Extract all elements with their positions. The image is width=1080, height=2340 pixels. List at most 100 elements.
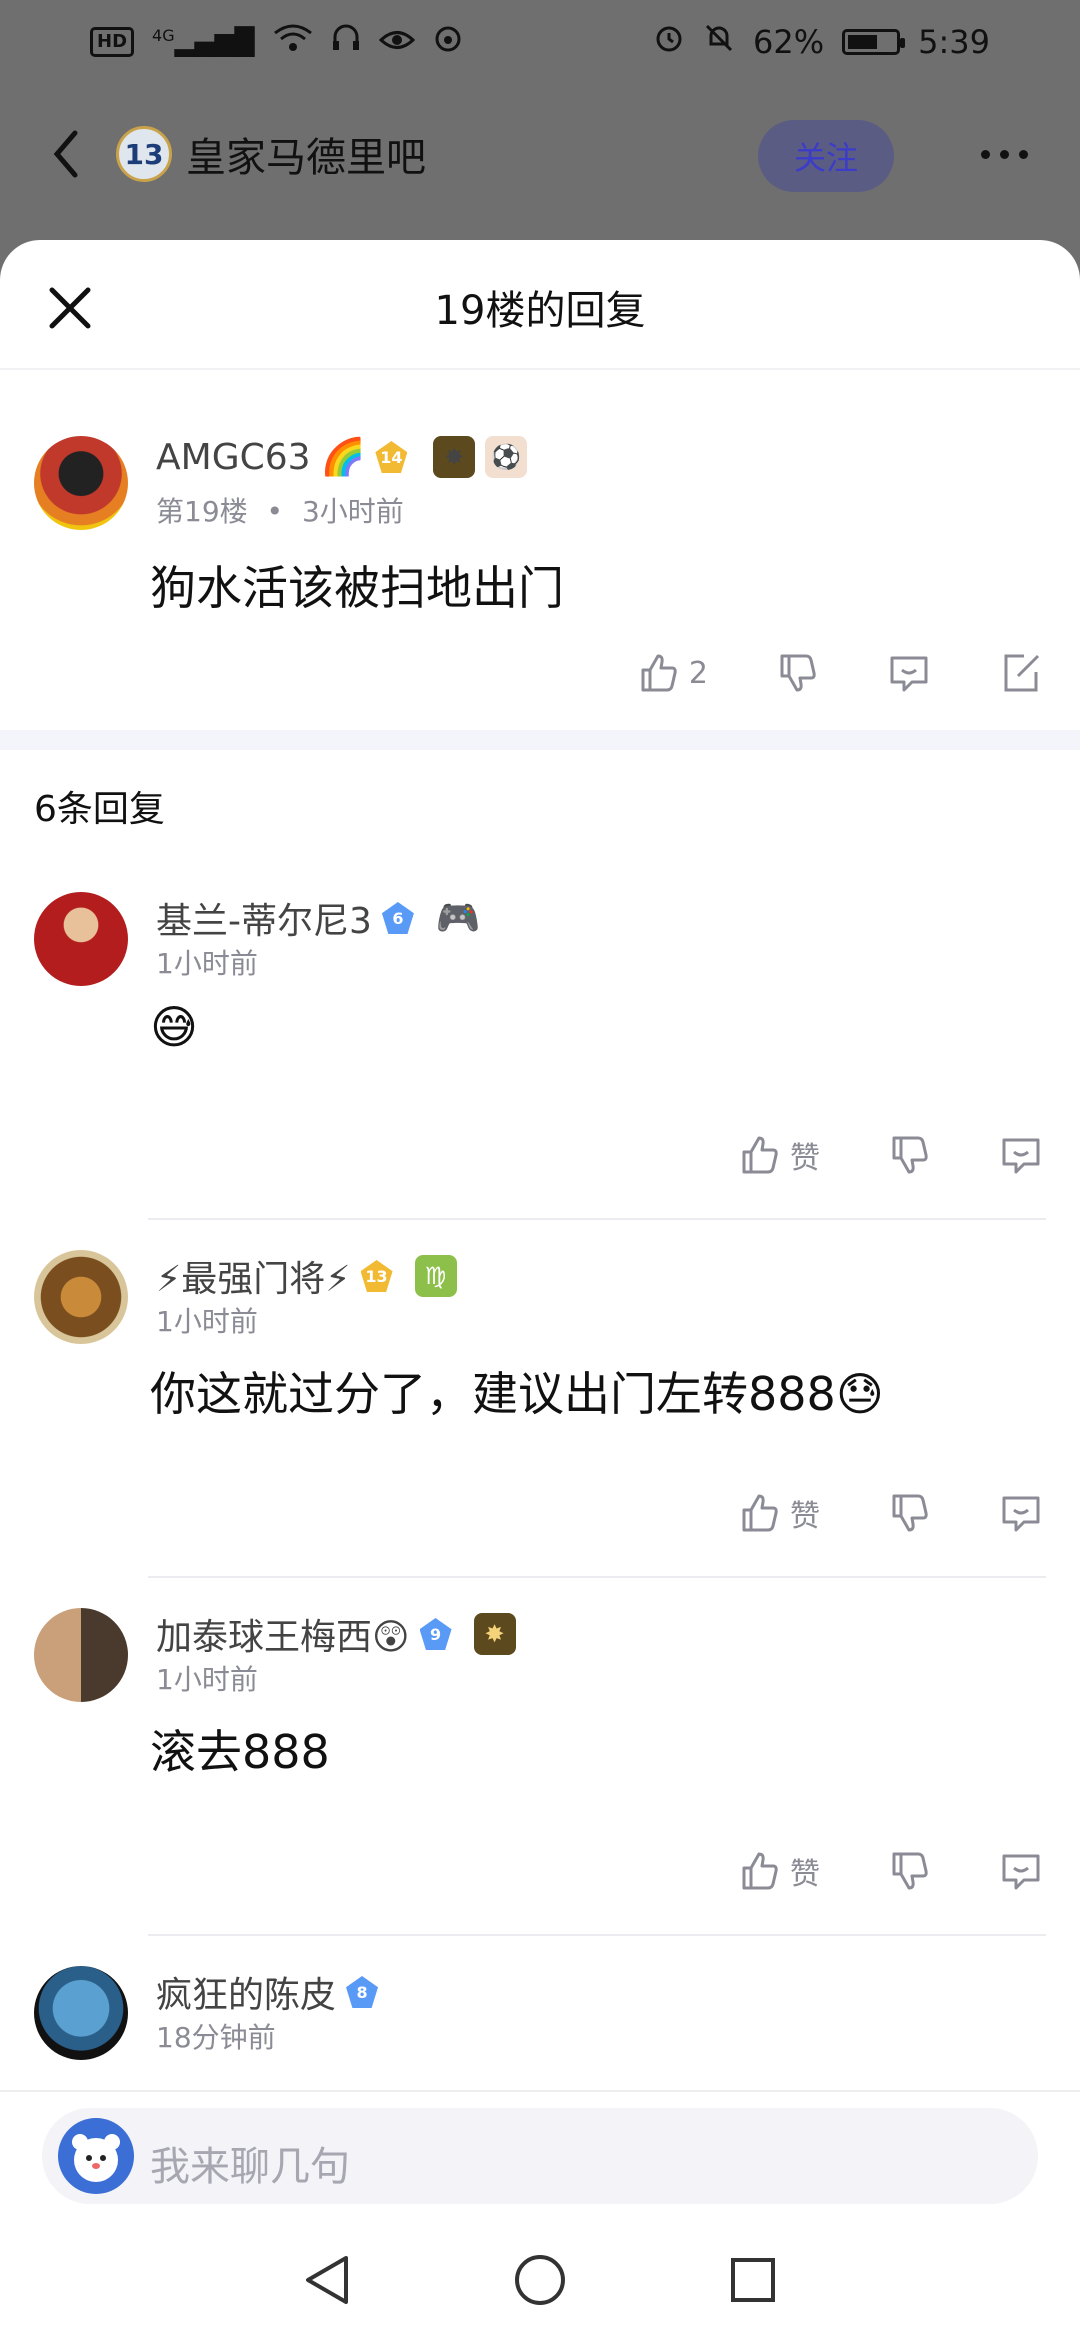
like-count: 2 — [688, 655, 708, 691]
reply-sheet: 19楼的回复 AMGC63 🌈 14 ✸ ⚽ 第19楼 • 3小时前 狗水活该被… — [0, 240, 1080, 2090]
triangle-back-icon — [305, 2256, 348, 2304]
dislike-button[interactable] — [886, 1490, 932, 1536]
thumbs-up-icon — [742, 1494, 778, 1532]
post-meta: 第19楼 • 3小时前 — [156, 495, 404, 528]
system-nav-bar — [0, 2220, 1080, 2340]
forum-name[interactable]: 皇家马德里吧 — [186, 125, 426, 183]
battery-percent: 62% — [753, 23, 825, 61]
dislike-button[interactable] — [774, 650, 820, 696]
avatar[interactable] — [34, 892, 128, 986]
reply-actions: 赞 — [736, 1848, 1044, 1894]
like-button[interactable]: 赞 — [736, 1490, 820, 1536]
nav-back-button[interactable] — [292, 2245, 362, 2315]
reply-count: 6条回复 — [34, 789, 165, 830]
reply-time: 18分钟前 — [156, 2021, 276, 2054]
reply-actions: 赞 — [736, 1490, 1044, 1536]
username[interactable]: ⚡最强门将⚡ 13 ♍ — [156, 1250, 457, 1302]
rainbow-icon: 🌈 — [320, 437, 366, 478]
share-icon — [1004, 654, 1040, 692]
network-indicator: 4G▂▄▆█ — [152, 26, 255, 58]
level-badge: 14 — [375, 441, 408, 473]
virgo-icon: ♍ — [414, 1255, 457, 1297]
thumbs-up-icon — [742, 1136, 778, 1174]
post-actions: 2 — [635, 650, 1044, 696]
reply-actions: 赞 — [736, 1132, 1044, 1178]
level-badge: 13 — [360, 1260, 393, 1292]
dislike-button[interactable] — [886, 1848, 932, 1894]
comment-button[interactable] — [886, 650, 932, 696]
level-badge: 8 — [346, 1976, 379, 2008]
eye-icon — [378, 23, 415, 61]
dislike-button[interactable] — [886, 1132, 932, 1178]
battery-icon — [842, 29, 906, 55]
reply-time: 1小时前 — [156, 947, 258, 980]
nav-home-button[interactable] — [505, 2245, 575, 2315]
bear-avatar-icon — [72, 2134, 120, 2182]
gamepad-icon: 🎮 — [435, 898, 481, 939]
user-avatar — [58, 2118, 134, 2194]
headset-icon — [331, 23, 361, 61]
comment-icon — [890, 656, 928, 692]
forum-logo: 13 — [116, 126, 172, 182]
comment-input[interactable]: 我来聊几句 — [42, 2108, 1038, 2204]
like-button[interactable]: 赞 — [736, 1132, 820, 1178]
thumbs-down-icon — [892, 1136, 928, 1174]
username[interactable]: 基兰-蒂尔尼3 6 🎮 — [156, 892, 481, 944]
clock-time: 5:39 — [918, 23, 990, 61]
avatar[interactable] — [34, 1966, 128, 2060]
level-badge: 6 — [381, 902, 414, 934]
alarm-icon — [653, 22, 685, 62]
like-button[interactable]: 2 — [635, 650, 708, 696]
wifi-icon — [273, 23, 313, 61]
share-button[interactable] — [998, 650, 1044, 696]
username[interactable]: AMGC63 🌈 14 ✸ ⚽ — [156, 436, 528, 478]
comment-icon — [1002, 1138, 1040, 1174]
sheet-title: 19楼的回复 — [434, 288, 646, 334]
list-item: 基兰-蒂尔尼3 6 🎮 1小时前 😅 赞 — [0, 862, 1080, 1220]
avatar[interactable] — [34, 1250, 128, 1344]
list-item: ⚡最强门将⚡ 13 ♍ 1小时前 你这就过分了，建议出门左转888😓 赞 — [0, 1220, 1080, 1578]
star-medal-icon: ✸ — [433, 436, 476, 478]
post-content: 狗水活该被扫地出门 — [150, 561, 564, 615]
avatar[interactable] — [34, 1608, 128, 1702]
comment-button[interactable] — [998, 1490, 1044, 1536]
back-button[interactable] — [36, 114, 96, 194]
hd-indicator: HD — [90, 27, 135, 57]
list-item: 加泰球王梅西😲 9 ✸ 1小时前 滚去888 赞 — [0, 1578, 1080, 1936]
like-button[interactable]: 赞 — [736, 1848, 820, 1894]
list-item: 疯狂的陈皮 8 18分钟前 — [0, 1936, 1080, 2076]
football-icon: ⚽ — [485, 436, 528, 478]
username[interactable]: 疯狂的陈皮 8 — [156, 1966, 379, 2018]
comment-button[interactable] — [998, 1848, 1044, 1894]
forum-header: 13 皇家马德里吧 关注 — [0, 84, 1080, 224]
thumbs-down-icon — [780, 654, 816, 692]
section-divider — [0, 730, 1080, 750]
reply-content: 你这就过分了，建议出门左转888😓 — [150, 1367, 884, 1421]
like-label: 赞 — [790, 1857, 820, 1892]
level-badge: 9 — [419, 1618, 452, 1650]
comment-button[interactable] — [998, 1132, 1044, 1178]
star-medal-icon: ✸ — [473, 1613, 516, 1655]
thumbs-up-icon — [742, 1852, 778, 1890]
circle-home-icon — [514, 2255, 565, 2305]
more-options-button[interactable] — [968, 122, 1040, 186]
sheet-header: 19楼的回复 — [0, 240, 1080, 370]
thinking-sweat-icon: 😓 — [835, 1367, 884, 1421]
status-bar: HD 4G▂▄▆█ 62% 5:39 — [0, 0, 1080, 84]
main-post: AMGC63 🌈 14 ✸ ⚽ 第19楼 • 3小时前 狗水活该被扫地出门 2 — [0, 370, 1080, 730]
follow-button[interactable]: 关注 — [758, 120, 894, 192]
reply-content: 😅 — [150, 1000, 198, 1054]
reply-time: 1小时前 — [156, 1305, 258, 1338]
thumbs-up-icon — [641, 654, 677, 692]
like-label: 赞 — [790, 1499, 820, 1534]
comment-icon — [1002, 1496, 1040, 1532]
comment-icon — [1002, 1854, 1040, 1890]
username[interactable]: 加泰球王梅西😲 9 ✸ — [156, 1608, 516, 1660]
chevron-left-icon — [53, 130, 78, 178]
mute-bell-icon — [703, 22, 735, 62]
comment-input-bar: 我来聊几句 — [0, 2090, 1080, 2222]
reply-time: 1小时前 — [156, 1663, 258, 1696]
weibo-icon — [433, 23, 463, 61]
nav-recents-button[interactable] — [718, 2245, 788, 2315]
avatar[interactable] — [34, 436, 128, 530]
